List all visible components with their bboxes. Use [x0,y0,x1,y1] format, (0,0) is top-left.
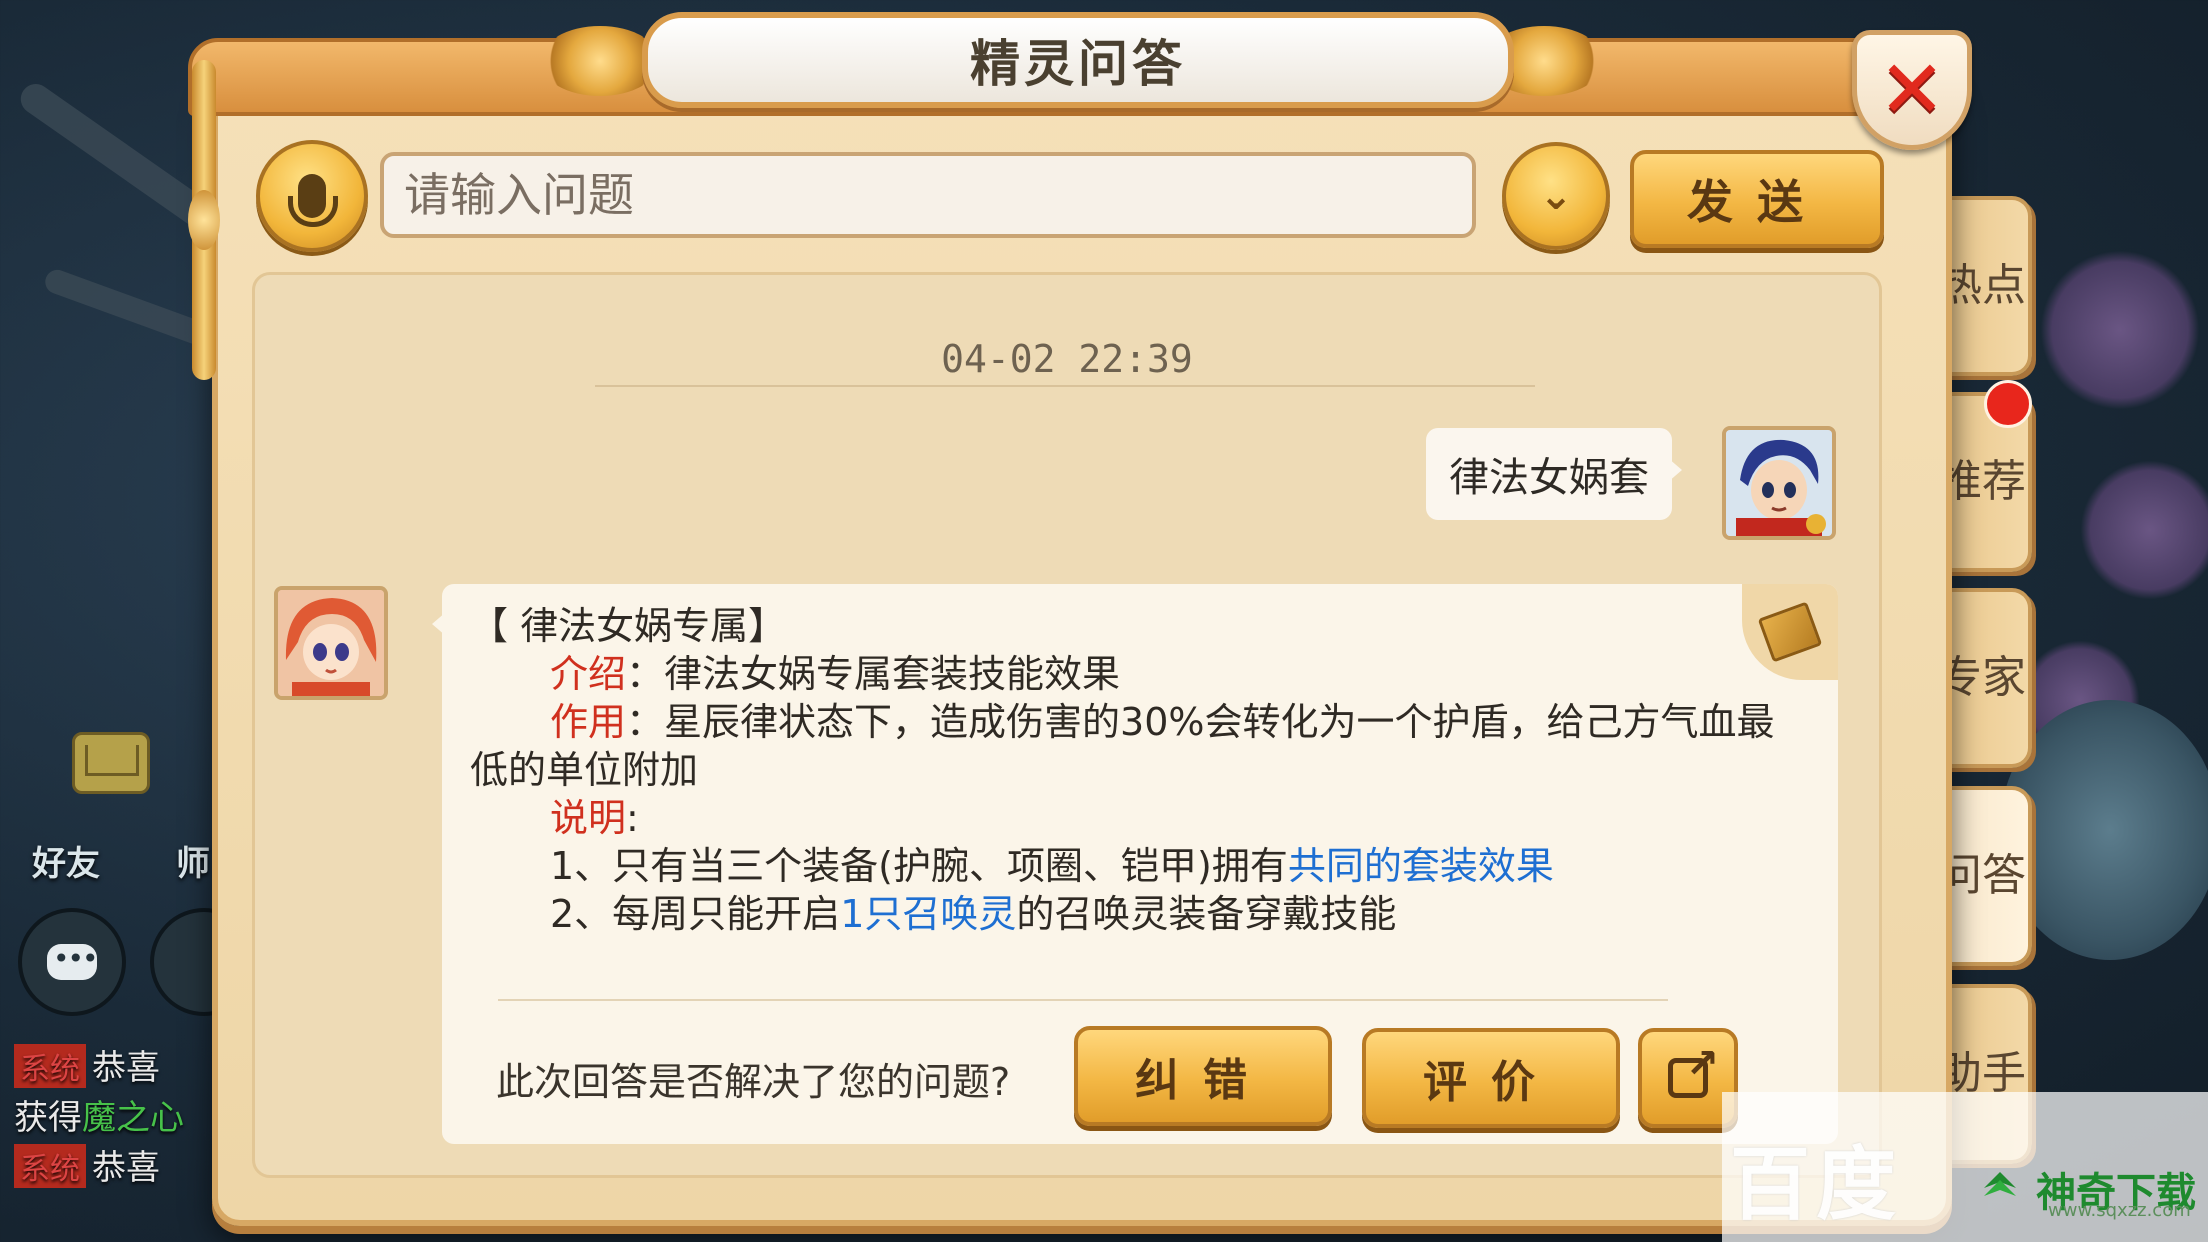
hero-portrait-icon [1726,430,1832,536]
share-icon [1668,1041,1719,1098]
user-avatar[interactable] [1722,426,1836,540]
set-effect-link[interactable]: 共同的套装效果 [1288,844,1554,888]
spirit-portrait-icon [278,590,384,696]
tassel-ornament [188,190,220,250]
notification-dot [1984,380,2032,428]
friends-label[interactable]: 好友 [32,836,100,885]
master-label[interactable]: 师 [176,836,210,885]
chat-line: 系统 恭喜 [14,1040,160,1089]
answer-text: 【 律法女娲专属】 介绍：律法女娲专属套装技能效果 作用：星辰律状态下，造成伤害… [470,602,1778,938]
watermark-baidu: 百度 [1730,1138,1902,1231]
chat-tag: 系统 [14,1144,86,1188]
send-button[interactable]: 发送 [1630,150,1884,248]
correct-error-button[interactable]: 纠错 [1074,1026,1332,1126]
answer-intro: 介绍：律法女娲专属套装技能效果 [550,652,1121,696]
chat-line: 系统 恭喜 [14,1140,160,1189]
chat-line: 获得魔之心 [14,1098,184,1138]
close-button[interactable]: ✕ [1852,30,1972,150]
history-dropdown-button[interactable]: ⌄ [1502,142,1610,250]
timestamp: 04-02 22:39 [941,337,1193,381]
chevron-down-icon: ⌄ [1539,173,1573,219]
title-plate: 精灵问答 [642,12,1514,108]
close-icon: ✕ [1878,43,1946,136]
mail-icon[interactable] [72,732,150,794]
answer-note-2: 2、每周只能开启1只召唤灵的召唤灵装备穿戴技能 [550,892,1397,936]
answer-note-1: 1、只有当三个装备(护腕、项圈、铠甲)拥有共同的套装效果 [550,844,1554,888]
answer-heading: 【 律法女娲专属】 [470,604,787,648]
summon-link[interactable]: 1只召唤灵 [840,892,1016,936]
answer-card: 【 律法女娲专属】 介绍：律法女娲专属套装技能效果 作用：星辰律状态下，造成伤害… [432,584,1838,1144]
answer-divider [498,999,1668,1001]
background-blossom [2040,250,2200,410]
user-message-bubble: 律法女娲套 [1426,428,1682,520]
background-blossom [2080,460,2208,600]
answer-effect: 作用：星辰律状态下，造成伤害的30%会转化为一个护盾，给己方气血最低的单位附加 [470,700,1775,792]
chat-bubble-button[interactable] [18,908,126,1016]
microphone-icon [288,174,338,227]
voice-input-button[interactable] [256,140,368,252]
window-title: 精灵问答 [970,35,1186,93]
question-input[interactable] [380,152,1476,238]
rate-button[interactable]: 评价 [1362,1028,1620,1128]
timestamp-divider [595,385,1535,387]
watermark-url: www.sqxzz.com [2048,1200,2191,1221]
feedback-question: 此次回答是否解决了您的问题? [496,1060,1011,1104]
chat-bubble-icon [47,942,97,980]
watermark-logo-icon [1984,1172,2016,1196]
spirit-avatar [274,586,388,700]
chat-tag: 系统 [14,1044,86,1088]
answer-note-label: 说明: [550,796,639,840]
